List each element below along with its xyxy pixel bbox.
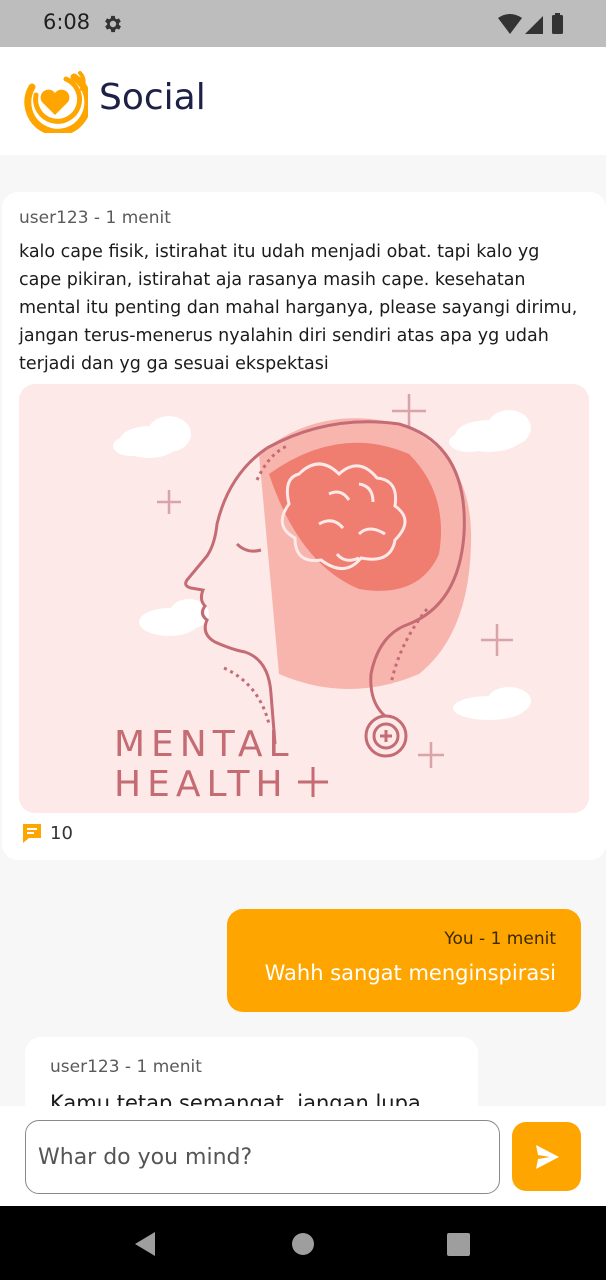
post-text: kalo cape fisik, istirahat itu udah menj… (19, 242, 578, 374)
home-icon[interactable] (291, 1232, 315, 1256)
send-icon (535, 1144, 559, 1169)
message-input[interactable] (25, 1120, 500, 1194)
send-button[interactable] (512, 1122, 581, 1191)
signal-icon (525, 16, 543, 34)
post-image[interactable]: MENTAL HEALTH (19, 384, 589, 813)
wifi-icon (498, 14, 522, 34)
comment-meta: user123 - 1 menit (50, 1057, 202, 1077)
illustration-caption-mental: MENTAL (114, 724, 295, 765)
illustration-caption-health: HEALTH (114, 764, 289, 805)
app-header: Social (0, 47, 606, 155)
status-time: 6:08 (43, 10, 91, 34)
comment-icon (23, 824, 41, 843)
mental-health-illustration: MENTAL HEALTH (113, 394, 531, 805)
comment-text: Wahh sangat menginspirasi (264, 961, 556, 985)
status-indicators (498, 13, 563, 34)
comment-bubble-me: You - 1 menit Wahh sangat menginspirasi (227, 909, 581, 1012)
post-meta: user123 - 1 menit (19, 208, 171, 228)
comment-count: 10 (50, 822, 73, 844)
heart-logo-icon (24, 71, 88, 133)
back-icon[interactable] (133, 1231, 157, 1257)
post-card: user123 - 1 menit kalo cape fisik, istir… (2, 192, 606, 860)
recents-icon[interactable] (447, 1233, 470, 1256)
comment-bubble-other: user123 - 1 menit Kamu tetap semangat, j… (25, 1037, 478, 1106)
system-nav-bar (0, 1206, 606, 1280)
comment-meta: You - 1 menit (444, 929, 556, 949)
status-bar: 6:08 (0, 0, 606, 47)
composer (0, 1106, 606, 1206)
battery-icon (552, 15, 563, 34)
app-title: Social (99, 77, 206, 118)
comment-text: Kamu tetap semangat, jangan lupa (50, 1091, 421, 1106)
gear-icon (105, 15, 121, 33)
post-stats[interactable]: 10 (21, 822, 73, 844)
feed[interactable]: user123 - 1 menit kalo cape fisik, istir… (0, 155, 606, 1106)
